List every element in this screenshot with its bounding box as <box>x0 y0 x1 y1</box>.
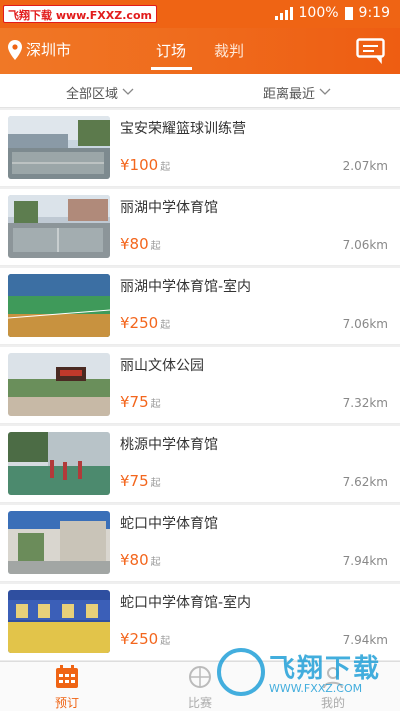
venue-row[interactable]: 宝安荣耀篮球训练营 ¥100 起 2.07km <box>0 110 400 187</box>
calendar-icon <box>37 665 97 692</box>
active-tab-indicator <box>151 67 192 70</box>
venue-photo <box>8 432 110 495</box>
venue-price: ¥80 起 <box>120 235 161 253</box>
logo-text: 飞翔下载 <box>269 654 382 684</box>
venue-photo <box>8 353 110 416</box>
tab-book[interactable]: 预订 <box>37 665 97 711</box>
price-suffix: 起 <box>160 320 171 331</box>
clock: 9:19 <box>358 5 390 21</box>
venue-name: 桃源中学体育馆 <box>120 437 218 453</box>
venue-photo <box>8 590 110 653</box>
venue-name: 蛇口中学体育馆 <box>120 516 218 532</box>
price-suffix: 起 <box>160 162 171 173</box>
venue-price: ¥250 起 <box>120 630 170 648</box>
city-label: 深圳市 <box>26 41 72 59</box>
tab-venues[interactable]: 订场 <box>156 40 186 61</box>
battery-icon <box>344 6 353 20</box>
price-value: ¥250 <box>120 630 159 648</box>
venue-distance: 7.62km <box>342 475 388 489</box>
venue-photo <box>8 274 110 337</box>
status-indicators: 100% 9:19 <box>274 5 390 21</box>
venue-row[interactable]: 蛇口中学体育馆 ¥80 起 7.94km <box>0 505 400 582</box>
signal-icon <box>274 6 293 20</box>
venue-distance: 7.06km <box>342 238 388 252</box>
tab-match-label: 比赛 <box>187 696 212 710</box>
price-suffix: 起 <box>160 636 171 647</box>
price-value: ¥80 <box>120 235 149 253</box>
venue-price: ¥100 起 <box>120 156 170 174</box>
tab-referee[interactable]: 裁判 <box>214 40 244 61</box>
venue-price: ¥75 起 <box>120 472 161 490</box>
chevron-down-icon <box>319 85 331 100</box>
venue-row[interactable]: 桃源中学体育馆 ¥75 起 7.62km <box>0 426 400 503</box>
message-icon[interactable] <box>356 38 386 68</box>
logo-circle-icon <box>217 648 265 696</box>
price-value: ¥80 <box>120 551 149 569</box>
price-value: ¥75 <box>120 472 149 490</box>
venue-distance: 7.06km <box>342 317 388 331</box>
watermark-logo: 飞翔下载 WWW.FXXZ.COM <box>215 644 395 704</box>
area-filter-dropdown[interactable]: 全部区域 <box>66 83 134 102</box>
area-filter-label: 全部区域 <box>66 87 119 102</box>
venue-photo <box>8 116 110 179</box>
price-value: ¥75 <box>120 393 149 411</box>
watermark-badge: 飞翔下载 www.FXXZ.com <box>3 5 157 23</box>
location-pin-icon <box>8 39 22 60</box>
tab-book-label: 预订 <box>54 696 79 710</box>
venue-distance: 2.07km <box>342 159 388 173</box>
venue-row[interactable]: 丽湖中学体育馆 ¥80 起 7.06km <box>0 189 400 266</box>
chevron-down-icon <box>122 85 134 100</box>
venue-price: ¥80 起 <box>120 551 161 569</box>
sort-filter-label: 距离最近 <box>263 87 316 102</box>
venue-price: ¥75 起 <box>120 393 161 411</box>
battery-percent: 100% <box>298 5 339 21</box>
venue-row[interactable]: 丽山文体公园 ¥75 起 7.32km <box>0 347 400 424</box>
price-value: ¥250 <box>120 314 159 332</box>
price-suffix: 起 <box>150 557 161 568</box>
venue-row[interactable]: 丽湖中学体育馆-室内 ¥250 起 7.06km <box>0 268 400 345</box>
price-value: ¥100 <box>120 156 159 174</box>
venue-distance: 7.94km <box>342 554 388 568</box>
venue-name: 丽湖中学体育馆-室内 <box>120 279 252 295</box>
venue-name: 蛇口中学体育馆-室内 <box>120 595 252 611</box>
price-suffix: 起 <box>150 478 161 489</box>
city-selector[interactable]: 深圳市 <box>8 39 71 60</box>
logo-url: WWW.FXXZ.COM <box>269 682 363 695</box>
app-header: 深圳市 订场 裁判 <box>0 28 400 74</box>
venue-name: 宝安荣耀篮球训练营 <box>120 121 246 137</box>
venue-price: ¥250 起 <box>120 314 170 332</box>
sort-filter-dropdown[interactable]: 距离最近 <box>263 83 331 102</box>
venue-name: 丽山文体公园 <box>120 358 204 374</box>
price-suffix: 起 <box>150 399 161 410</box>
venue-photo <box>8 195 110 258</box>
venue-distance: 7.32km <box>342 396 388 410</box>
price-suffix: 起 <box>150 241 161 252</box>
venue-photo <box>8 511 110 574</box>
filter-bar: 全部区域 距离最近 <box>0 74 400 108</box>
status-bar: 飞翔下载 www.FXXZ.com 100% 9:19 <box>0 0 400 28</box>
venue-name: 丽湖中学体育馆 <box>120 200 218 216</box>
